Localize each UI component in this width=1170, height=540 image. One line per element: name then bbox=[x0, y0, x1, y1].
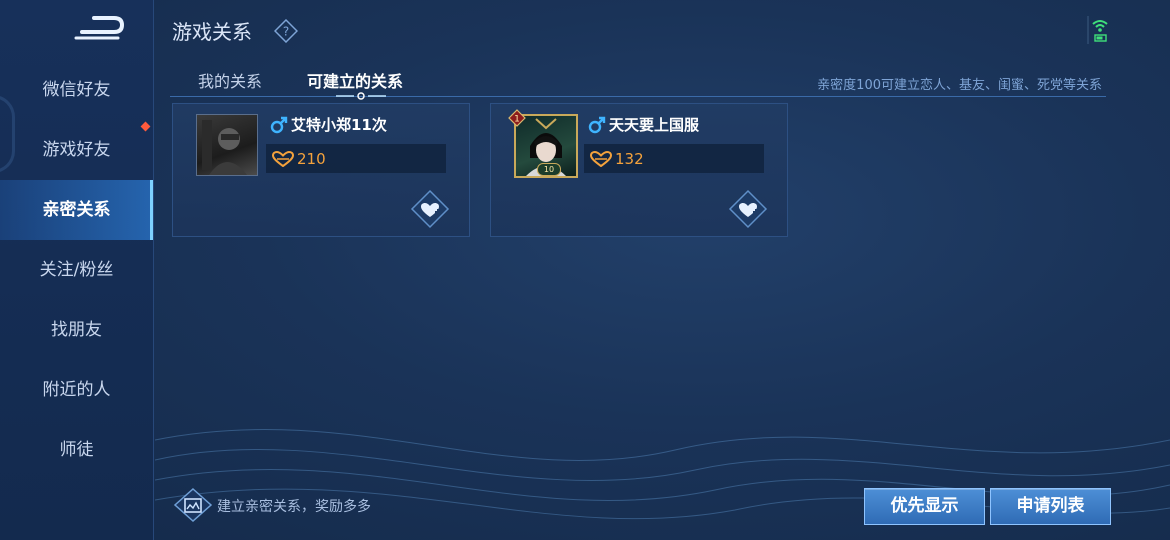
intimacy-hint: 亲密度100可建立恋人、基友、闺蜜、死党等关系 bbox=[817, 78, 1102, 93]
tab-available-relations[interactable]: 可建立的关系 bbox=[307, 68, 403, 92]
sidebar-item-follow-fans[interactable]: 关注/粉丝 bbox=[0, 240, 153, 300]
tab-divider bbox=[170, 96, 1106, 97]
heart-icon bbox=[590, 151, 612, 167]
help-icon[interactable]: ? bbox=[274, 19, 298, 43]
player-name: 天天要上国服 bbox=[609, 116, 700, 134]
priority-display-button[interactable]: 优先显示 bbox=[864, 488, 985, 525]
request-list-button[interactable]: 申请列表 bbox=[990, 488, 1111, 525]
avatar[interactable] bbox=[196, 114, 258, 176]
sidebar-item-wechat-friends[interactable]: 微信好友 bbox=[0, 60, 153, 120]
svg-text:?: ? bbox=[283, 25, 289, 39]
back-icon[interactable] bbox=[72, 12, 128, 44]
tab-my-relations[interactable]: 我的关系 bbox=[198, 68, 262, 92]
active-tab-indicator bbox=[336, 92, 386, 100]
add-heart-icon[interactable] bbox=[410, 189, 450, 229]
sidebar-item-find-friends[interactable]: 找朋友 bbox=[0, 300, 153, 360]
player-name: 艾特小郑11次 bbox=[291, 116, 387, 134]
avatar-image bbox=[202, 120, 247, 175]
sidebar-item-mentor[interactable]: 师徒 bbox=[0, 420, 153, 480]
sidebar-item-intimate-relations[interactable]: 亲密关系 bbox=[0, 180, 153, 240]
signal-icon bbox=[1087, 16, 1108, 44]
rank-badge-icon: 1 bbox=[508, 109, 526, 127]
avatar-level-badge: 10 bbox=[537, 163, 561, 176]
male-icon bbox=[588, 116, 606, 134]
add-heart-icon[interactable] bbox=[728, 189, 768, 229]
gift-icon[interactable] bbox=[174, 488, 212, 522]
svg-text:1: 1 bbox=[514, 115, 520, 125]
intimacy-bar: 132 bbox=[584, 144, 764, 173]
relation-card[interactable]: 艾特小郑11次 210 bbox=[172, 103, 470, 237]
relation-card[interactable]: 1 天天要上国服 132 bbox=[490, 103, 788, 237]
reward-hint[interactable]: 建立亲密关系，奖励多多 bbox=[217, 496, 371, 516]
intimacy-value: 132 bbox=[615, 150, 644, 168]
sidebar-item-nearby[interactable]: 附近的人 bbox=[0, 360, 153, 420]
heart-icon bbox=[272, 151, 294, 167]
male-icon bbox=[270, 116, 288, 134]
page-title: 游戏关系 bbox=[172, 20, 252, 44]
sidebar-item-game-friends[interactable]: 游戏好友 bbox=[0, 120, 153, 180]
intimacy-value: 210 bbox=[297, 150, 326, 168]
sidebar: 微信好友 游戏好友 亲密关系 关注/粉丝 找朋友 附近的人 师徒 bbox=[0, 0, 154, 540]
intimacy-bar: 210 bbox=[266, 144, 446, 173]
